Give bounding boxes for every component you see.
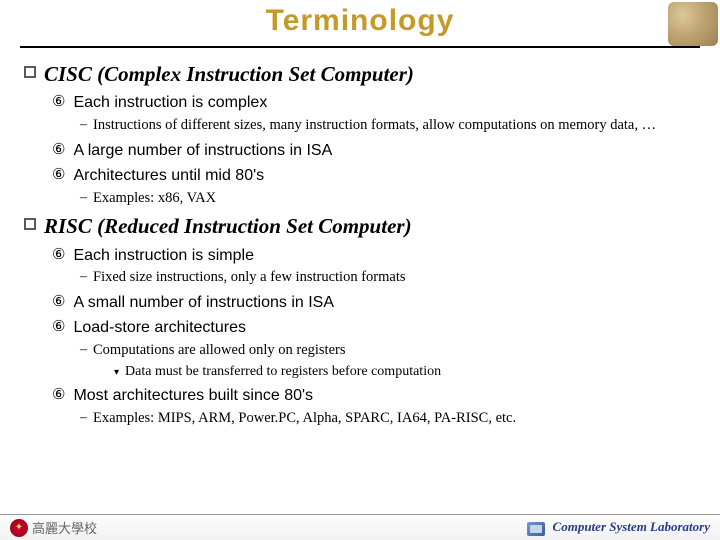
bullet-item: ⑥ Each instruction is simple bbox=[52, 245, 696, 267]
university-name: 高麗大學校 bbox=[32, 518, 97, 537]
circled-bullet-icon: ⑥ bbox=[52, 245, 65, 267]
sub-bullet-text: Fixed size instructions, only a few inst… bbox=[93, 268, 406, 288]
bullet-text: Each instruction is simple bbox=[73, 245, 254, 267]
sub-bullet-item: – Examples: x86, VAX bbox=[80, 189, 696, 209]
sub-bullet-text: Computations are allowed only on registe… bbox=[93, 341, 346, 361]
dash-bullet-icon: – bbox=[80, 268, 87, 288]
heading-text: RISC (Reduced Instruction Set Computer) bbox=[44, 212, 412, 240]
bullet-item: ⑥ A small number of instructions in ISA bbox=[52, 292, 696, 314]
bullet-item: ⑥ Architectures until mid 80's bbox=[52, 165, 696, 187]
section-heading: CISC (Complex Instruction Set Computer) bbox=[24, 60, 696, 88]
slide: Terminology CISC (Complex Instruction Se… bbox=[0, 0, 720, 540]
circled-bullet-icon: ⑥ bbox=[52, 165, 65, 187]
title-bar: Terminology bbox=[20, 0, 700, 48]
section-heading: RISC (Reduced Instruction Set Computer) bbox=[24, 212, 696, 240]
slide-content: CISC (Complex Instruction Set Computer) … bbox=[0, 48, 720, 429]
lab-name: Computer System Laboratory bbox=[553, 519, 710, 534]
triangle-bullet-icon: ▾ bbox=[114, 366, 119, 382]
dash-bullet-icon: – bbox=[80, 116, 87, 136]
corner-decoration bbox=[668, 2, 718, 46]
bullet-text: Most architectures built since 80's bbox=[73, 385, 313, 407]
circled-bullet-icon: ⑥ bbox=[52, 140, 65, 162]
dash-bullet-icon: – bbox=[80, 189, 87, 209]
sub-bullet-item: – Instructions of different sizes, many … bbox=[80, 116, 696, 136]
lab-icon bbox=[527, 522, 545, 536]
bullet-text: Each instruction is complex bbox=[73, 92, 267, 114]
bullet-text: A large number of instructions in ISA bbox=[73, 140, 332, 162]
circled-bullet-icon: ⑥ bbox=[52, 385, 65, 407]
slide-title: Terminology bbox=[20, 0, 700, 38]
square-bullet-icon bbox=[24, 66, 36, 78]
bullet-text: A small number of instructions in ISA bbox=[73, 292, 334, 314]
bullet-text: Load-store architectures bbox=[73, 317, 246, 339]
bullet-item: ⑥ Most architectures built since 80's bbox=[52, 385, 696, 407]
square-bullet-icon bbox=[24, 218, 36, 230]
sub-bullet-item: – Fixed size instructions, only a few in… bbox=[80, 268, 696, 288]
circled-bullet-icon: ⑥ bbox=[52, 292, 65, 314]
bullet-text: Architectures until mid 80's bbox=[73, 165, 264, 187]
sub-bullet-item: – Examples: MIPS, ARM, Power.PC, Alpha, … bbox=[80, 409, 696, 429]
circled-bullet-icon: ⑥ bbox=[52, 317, 65, 339]
sub-bullet-text: Examples: x86, VAX bbox=[93, 189, 216, 209]
university-crest-icon: ✦ bbox=[10, 519, 28, 537]
bullet-item: ⑥ Each instruction is complex bbox=[52, 92, 696, 114]
footer-right: Computer System Laboratory bbox=[527, 519, 710, 535]
bullet-item: ⑥ A large number of instructions in ISA bbox=[52, 140, 696, 162]
dash-bullet-icon: – bbox=[80, 409, 87, 429]
footer: ✦ 高麗大學校 Computer System Laboratory bbox=[0, 514, 720, 540]
bullet-item: ⑥ Load-store architectures bbox=[52, 317, 696, 339]
subsub-bullet-item: ▾ Data must be transferred to registers … bbox=[114, 363, 696, 382]
subsub-bullet-text: Data must be transferred to registers be… bbox=[125, 363, 441, 382]
sub-bullet-item: – Computations are allowed only on regis… bbox=[80, 341, 696, 361]
circled-bullet-icon: ⑥ bbox=[52, 92, 65, 114]
dash-bullet-icon: – bbox=[80, 341, 87, 361]
sub-bullet-text: Examples: MIPS, ARM, Power.PC, Alpha, SP… bbox=[93, 409, 516, 429]
heading-text: CISC (Complex Instruction Set Computer) bbox=[44, 60, 414, 88]
sub-bullet-text: Instructions of different sizes, many in… bbox=[93, 116, 656, 136]
footer-left: ✦ 高麗大學校 bbox=[10, 518, 97, 537]
